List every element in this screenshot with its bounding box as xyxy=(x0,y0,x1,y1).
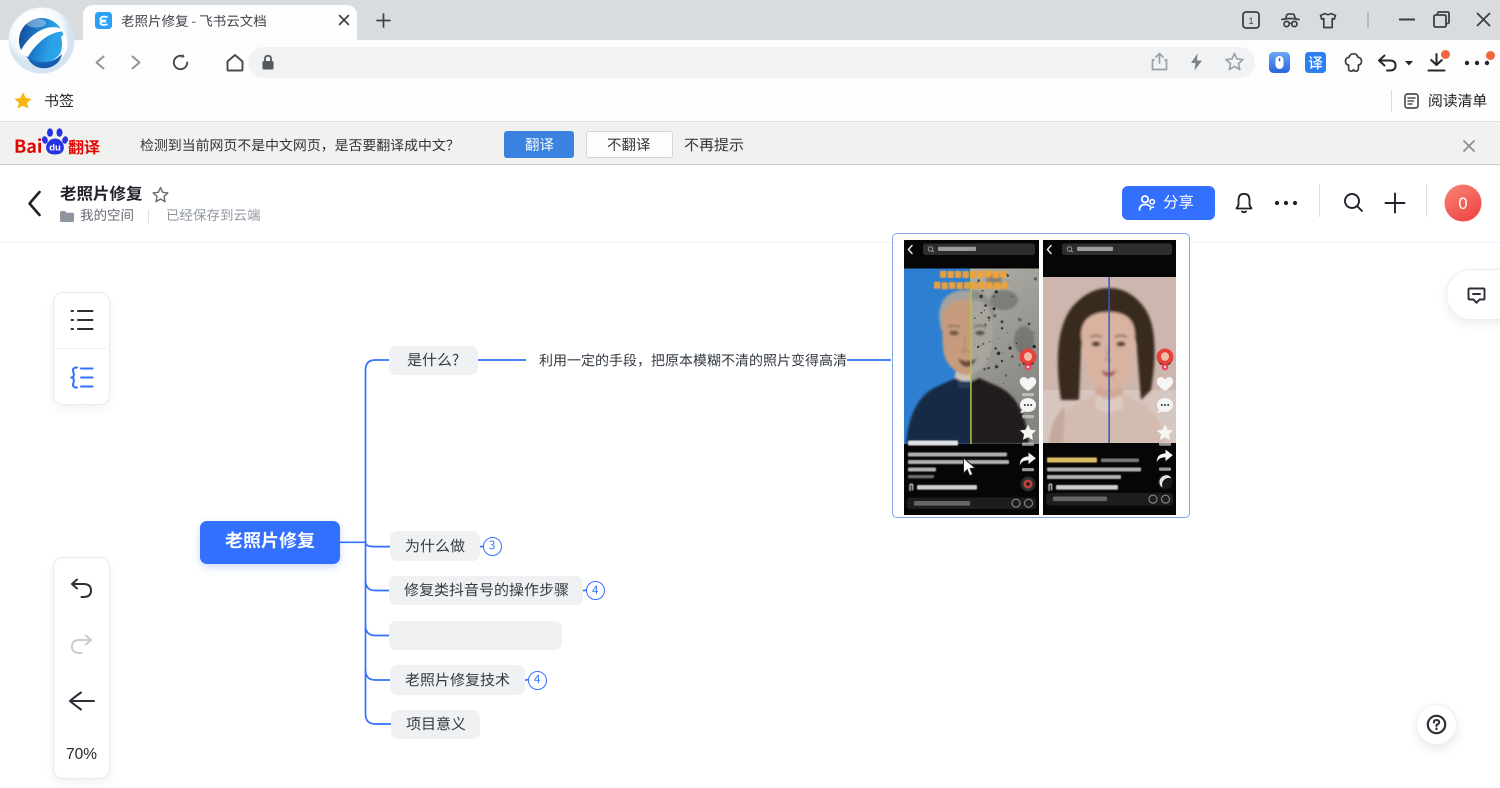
svg-text:1: 1 xyxy=(1248,16,1253,26)
svg-text:du: du xyxy=(49,143,61,154)
svg-text:0: 0 xyxy=(1458,195,1467,213)
